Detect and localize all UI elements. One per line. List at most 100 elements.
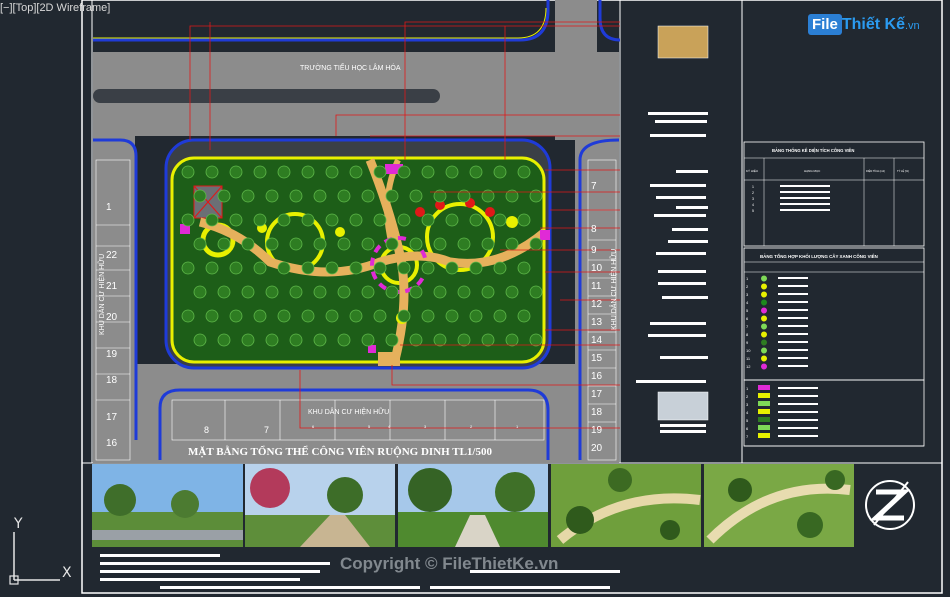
tree-symbol — [481, 237, 495, 251]
render-image-1 — [92, 464, 243, 547]
table1-row-text — [780, 191, 830, 193]
tree-symbol — [193, 237, 207, 251]
table3-row-text — [778, 387, 818, 389]
tree-symbol — [457, 333, 471, 347]
table2-row-text — [778, 317, 808, 319]
tree-symbol — [469, 165, 483, 179]
filethietke-logo: File Thiết Kế.vn — [808, 14, 924, 44]
logo-brand-text: Thiết Kế — [841, 16, 905, 33]
lot-number-bottom: 8 — [204, 425, 209, 435]
tree-symbol — [325, 261, 339, 275]
table2-row-number: 1 — [746, 276, 749, 281]
tree-symbol — [217, 237, 231, 251]
tree-symbol — [469, 213, 483, 227]
tree-symbol — [385, 189, 399, 203]
tree-symbol — [457, 237, 471, 251]
ucs-x-label: X — [62, 565, 72, 581]
shrub-swatch — [758, 409, 770, 414]
lot-number-right: 7 — [591, 181, 597, 192]
tree-symbol — [529, 333, 543, 347]
tree-symbol — [517, 165, 531, 179]
table3-row-number: 2 — [746, 394, 749, 399]
table1-row-number: 2 — [752, 191, 754, 195]
tree-symbol — [313, 285, 327, 299]
tree-symbol — [421, 165, 435, 179]
table2-title: BẢNG TỔNG HỢP KHỐI LƯỢNG CÂY XANH CÔNG V… — [760, 254, 878, 259]
table-rows: 123451234567891011121234567 — [746, 185, 830, 439]
table2-row-number: 9 — [746, 340, 749, 345]
tree-symbol — [385, 333, 399, 347]
park-plan — [164, 138, 552, 370]
lot-number-left: 18 — [106, 375, 118, 386]
shrub-swatch — [758, 425, 770, 430]
shrub-swatch — [758, 433, 770, 438]
plant-swatch — [761, 331, 767, 338]
table2-row-text — [778, 365, 808, 367]
shrub-swatch — [758, 417, 770, 422]
tree-symbol — [373, 213, 387, 227]
tree-symbol — [313, 237, 327, 251]
tree-symbol — [349, 213, 363, 227]
table1-row-text — [780, 197, 830, 199]
lot-number-right: 9 — [591, 245, 597, 256]
tree-symbol — [361, 237, 375, 251]
table1-row-number: 4 — [752, 203, 754, 207]
tree-symbol — [325, 213, 339, 227]
tree-symbol — [445, 261, 459, 275]
tree-symbol — [241, 333, 255, 347]
tree-symbol — [277, 309, 291, 323]
tree-symbol — [505, 333, 519, 347]
tree-symbol — [373, 309, 387, 323]
tree-symbol — [397, 309, 411, 323]
tree-symbol — [529, 237, 543, 251]
tree-symbol — [397, 261, 411, 275]
table2-row-number: 6 — [746, 316, 749, 321]
tree-symbol — [289, 237, 303, 251]
title-block-tables — [743, 141, 925, 447]
tree-symbol — [445, 165, 459, 179]
tree-symbol — [337, 285, 351, 299]
tree-symbol — [217, 333, 231, 347]
tree-symbol — [517, 309, 531, 323]
tree-symbol — [217, 285, 231, 299]
table2-row-text — [778, 333, 808, 335]
lot-number-left: 17 — [106, 412, 118, 423]
tree-symbol — [289, 189, 303, 203]
tree-symbol — [277, 261, 291, 275]
table2-row-number: 8 — [746, 332, 749, 337]
table3-row-text — [778, 419, 818, 421]
table2-row-text — [778, 325, 808, 327]
table1-header-4: TỶ LỆ (%) — [897, 168, 909, 173]
tree-symbol — [373, 165, 387, 179]
tree-symbol — [433, 333, 447, 347]
north-arrow — [865, 480, 915, 530]
tree-symbol — [217, 189, 231, 203]
tree-symbol — [193, 189, 207, 203]
table2-row-number: 12 — [746, 364, 751, 369]
tree-symbol — [349, 309, 363, 323]
logo-domain: .vn — [904, 20, 920, 32]
table3-row-number: 5 — [746, 418, 749, 423]
lot-number-right: 10 — [591, 263, 603, 274]
tree-symbol — [385, 237, 399, 251]
table2-row-number: 10 — [746, 348, 751, 353]
tree-symbol — [361, 285, 375, 299]
tree-symbol — [289, 333, 303, 347]
tree-symbol — [337, 333, 351, 347]
tree-symbol — [253, 261, 267, 275]
copyright-watermark: Copyright © FileThietKe.vn — [340, 554, 559, 573]
lot-number-right: 16 — [591, 371, 603, 382]
tree-symbol — [205, 309, 219, 323]
tree-symbol — [373, 261, 387, 275]
tree-symbol — [277, 213, 291, 227]
tree-symbol — [301, 165, 315, 179]
plant-swatch — [761, 291, 767, 298]
lot-number-right: 19 — [591, 425, 603, 436]
tree-symbol — [229, 165, 243, 179]
table2-row-number: 4 — [746, 300, 749, 305]
tree-symbol — [301, 309, 315, 323]
table1-row-number: 3 — [752, 197, 754, 201]
plant-swatch — [761, 323, 767, 330]
table3-row-text — [778, 403, 818, 405]
lot-number-right: 11 — [591, 281, 602, 292]
